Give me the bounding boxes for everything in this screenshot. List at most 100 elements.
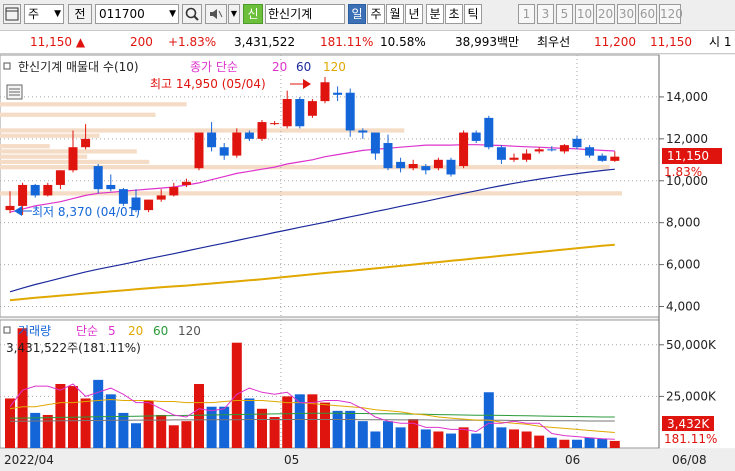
volume-summary: 3,431,522주(181.11%) <box>6 341 141 355</box>
current-change-tag-text: 1.83% <box>664 165 702 179</box>
volume-bar <box>609 440 620 448</box>
candle-body <box>55 170 65 185</box>
volume-bar <box>383 421 393 448</box>
volume-legend-ma: 단순 <box>76 324 98 338</box>
high-price-label: 최고 14,950 (05/04) <box>150 77 266 91</box>
low-price-label: 최저 8,370 (04/01) <box>32 205 140 219</box>
candle-body <box>585 147 595 156</box>
stock-chart[interactable]: 4,0006,0008,00010,00012,00014,00025,000K… <box>0 0 735 471</box>
volume-bar <box>282 396 293 448</box>
volume-bar <box>118 412 129 448</box>
candle-body <box>408 163 418 169</box>
volume-legend-ma5: 5 <box>108 324 116 338</box>
candle-body <box>156 195 166 200</box>
candle-body <box>232 132 242 156</box>
x-label-06-08: 06/08 <box>672 453 707 467</box>
volume-profile-bar <box>0 149 137 154</box>
candle-body <box>534 149 544 152</box>
volume-tick-label: 50,000K <box>666 338 717 352</box>
candle-body <box>93 166 103 190</box>
candle-body <box>446 159 456 175</box>
volume-bar <box>584 437 595 448</box>
x-label-06: 06 <box>565 453 580 467</box>
volume-bar <box>332 410 343 448</box>
candle-body <box>68 147 78 171</box>
volume-bar <box>55 384 66 448</box>
volume-bar <box>206 406 217 448</box>
candle-body <box>572 138 582 148</box>
volume-bar <box>345 410 356 448</box>
candle-body <box>471 132 481 141</box>
candle-body <box>509 157 519 160</box>
volume-bar <box>546 437 557 448</box>
candle-body <box>522 153 532 160</box>
volume-bar <box>559 439 570 448</box>
candle-body <box>358 130 368 133</box>
volume-profile-bar <box>0 112 156 117</box>
volume-legend-name: 거래량 <box>18 324 51 338</box>
volume-bar <box>534 435 545 448</box>
candle-body <box>18 184 28 206</box>
price-legend-ma20: 20 <box>272 60 287 74</box>
volume-bar <box>521 431 532 448</box>
volume-bar <box>370 431 381 448</box>
price-legend-ma120: 120 <box>323 60 346 74</box>
volume-bar <box>231 342 242 448</box>
candle-body <box>610 156 620 161</box>
volume-bar <box>257 408 267 448</box>
candle-body <box>207 132 217 148</box>
candle-body <box>345 92 355 131</box>
candle-body <box>169 187 179 196</box>
price-tick-label: 4,000 <box>666 300 700 314</box>
candle-body <box>81 138 91 148</box>
volume-profile-bar <box>0 128 405 133</box>
volume-bar <box>496 427 507 448</box>
candle-body <box>244 132 254 139</box>
current-price-tag-text: 11,150 <box>667 149 709 163</box>
candle-body <box>597 155 607 161</box>
candle-body <box>333 92 343 95</box>
volume-bar <box>244 398 255 448</box>
volume-bar <box>168 425 179 448</box>
candle-body <box>383 143 393 169</box>
x-axis-area <box>0 449 735 471</box>
candle-body <box>307 101 317 116</box>
volume-profile-bar <box>0 133 100 138</box>
volume-bar <box>597 438 608 448</box>
volume-bar <box>105 394 116 448</box>
candle-body <box>181 181 191 185</box>
candle-body <box>257 122 267 139</box>
candle-body <box>270 123 280 125</box>
candle-body <box>421 166 431 171</box>
volume-bar <box>572 439 582 448</box>
current-volume-tag-text: 3,432K <box>667 417 710 431</box>
volume-bar <box>471 433 482 448</box>
volume-tick-label: 25,000K <box>666 389 717 403</box>
candle-body <box>320 82 330 102</box>
price-tick-label: 8,000 <box>666 216 700 230</box>
candle-body <box>43 184 53 196</box>
candle-body <box>484 117 494 148</box>
volume-bar <box>395 427 406 448</box>
x-label-2022-04: 2022/04 <box>4 453 54 467</box>
volume-bar <box>80 398 91 448</box>
volume-bar <box>93 379 104 448</box>
candle-body <box>144 199 154 211</box>
grid-toggle-icon[interactable] <box>6 84 23 100</box>
volume-bar <box>320 402 330 448</box>
volume-profile-bar <box>0 102 187 107</box>
volume-bar <box>269 417 280 448</box>
x-label-05: 05 <box>284 453 299 467</box>
current-volume-ratio-text: 181.11% <box>664 432 717 446</box>
candle-body <box>30 184 40 196</box>
volume-legend-ma20: 20 <box>128 324 143 338</box>
price-legend-ma: 종가 단순 <box>190 60 238 74</box>
candle-body <box>433 159 443 169</box>
candle-body <box>370 132 380 154</box>
volume-bar <box>42 414 53 448</box>
candle-body <box>106 184 116 190</box>
volume-bar <box>219 406 230 448</box>
candle-body <box>295 99 305 127</box>
volume-profile-bar <box>0 165 610 170</box>
candle-body <box>194 132 204 169</box>
